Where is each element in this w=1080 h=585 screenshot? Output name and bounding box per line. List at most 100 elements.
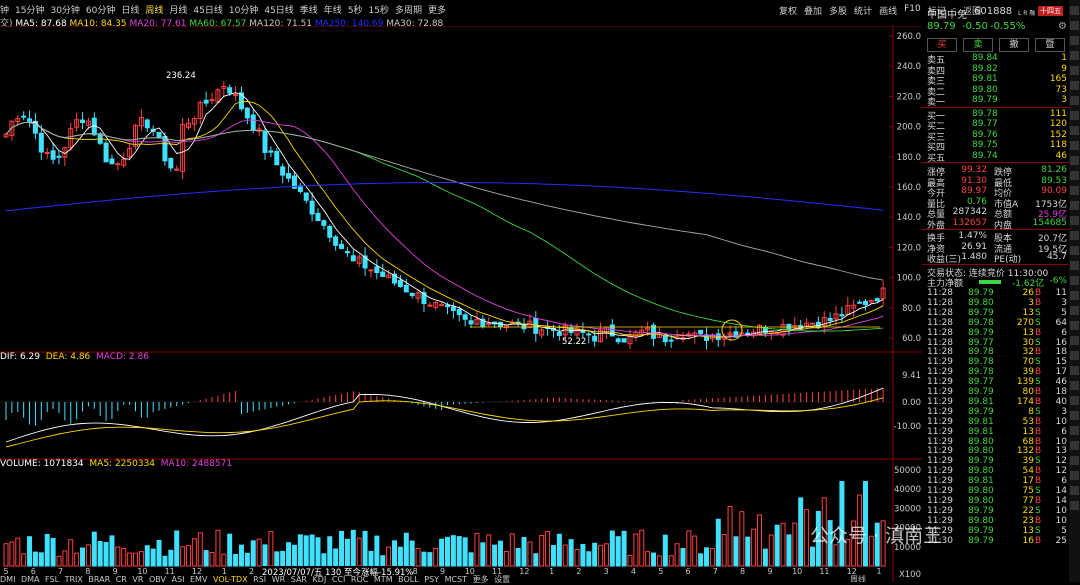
candle-body (56, 155, 62, 158)
indicator-tab[interactable]: KDJ (313, 575, 329, 584)
indicator-tab[interactable]: FSL (45, 575, 62, 584)
indicator-tab[interactable]: BRAR (88, 575, 112, 584)
tick-price: 89.78 (968, 357, 994, 368)
toolbar-button[interactable]: 多股 (829, 4, 847, 17)
side-tool-icon[interactable] (1070, 66, 1079, 75)
side-tool-icon[interactable] (1070, 216, 1079, 225)
period-tab[interactable]: 10分钟 (229, 3, 258, 16)
period-tab[interactable]: 多周期 (395, 3, 422, 16)
side-tool-icon[interactable] (1070, 171, 1079, 180)
period-tab[interactable]: 年线 (324, 3, 342, 16)
side-tool-icon[interactable] (1070, 231, 1079, 240)
price-axis-label: 220.0 (897, 92, 921, 102)
side-tool-icon[interactable] (1070, 246, 1079, 255)
side-tool-icon[interactable] (1070, 426, 1079, 435)
trade-button[interactable]: 买 (927, 38, 957, 52)
indicator-tab[interactable]: 设置 (494, 575, 510, 584)
indicator-tab[interactable]: 更多 (473, 575, 492, 584)
volume-bar (768, 534, 774, 567)
trade-button[interactable]: 卖 (963, 38, 993, 52)
settings-icon[interactable]: ⚙ (1058, 21, 1067, 32)
side-tool-icon[interactable] (1070, 396, 1079, 405)
side-tool-icon[interactable] (1070, 6, 1079, 15)
indicator-tab[interactable]: ASI (172, 575, 187, 584)
side-tool-icon[interactable] (1070, 156, 1079, 165)
period-tab[interactable]: 季线 (300, 3, 318, 16)
indicator-tab[interactable]: PSY (424, 575, 441, 584)
candle-body (827, 317, 833, 321)
period-tab[interactable]: 日线 (121, 3, 139, 16)
side-tool-icon[interactable] (1070, 36, 1079, 45)
period-tab[interactable]: 钟 (0, 3, 9, 16)
kline-chart[interactable]: 260.0 240.0 220.0 200.0 180.0 160.0 140.0 120.0… (0, 26, 922, 582)
indicator-tab[interactable]: DMI (0, 575, 18, 584)
indicator-tab[interactable]: VOL-TDX (213, 575, 250, 584)
period-tab[interactable]: 5秒 (348, 3, 363, 16)
price-axis-label: 80.0 (902, 304, 921, 314)
volume-bar (144, 545, 150, 567)
indicator-tab[interactable]: TRIX (65, 575, 86, 584)
side-tool-icon[interactable] (1070, 201, 1079, 210)
side-tool-icon[interactable] (1070, 411, 1079, 420)
side-tool-icon[interactable] (1070, 486, 1079, 495)
side-tool-icon[interactable] (1070, 366, 1079, 375)
side-tool-icon[interactable] (1070, 456, 1079, 465)
indicator-tab[interactable]: RSI (253, 575, 269, 584)
tick-side: B (1035, 426, 1042, 437)
indicator-tab[interactable]: ROC (351, 575, 371, 584)
side-tool-icon[interactable] (1070, 186, 1079, 195)
period-tab[interactable]: 月线 (169, 3, 187, 16)
side-tool-icon[interactable] (1070, 81, 1079, 90)
side-tool-icon[interactable] (1070, 111, 1079, 120)
indicator-tab[interactable]: VR (132, 575, 146, 584)
period-tab[interactable]: 更多 (428, 3, 446, 16)
side-tool-icon[interactable] (1070, 291, 1079, 300)
side-tool-icon[interactable] (1070, 501, 1079, 510)
side-tool-icon[interactable] (1070, 471, 1079, 480)
toolbar-button[interactable]: 叠加 (804, 4, 822, 17)
side-tool-icon[interactable] (1070, 141, 1079, 150)
toolbar-button[interactable]: 统计 (854, 4, 872, 17)
volume-bar (397, 546, 403, 567)
period-tab[interactable]: 15分钟 (15, 3, 44, 16)
indicator-tab[interactable]: CCI (332, 575, 348, 584)
side-tool-icon[interactable] (1070, 306, 1079, 315)
side-tool-icon[interactable] (1070, 126, 1079, 135)
trade-button[interactable]: 暨 (1035, 38, 1065, 52)
side-tool-icon[interactable] (1070, 261, 1079, 270)
tick-row: 11:28 89.79 26 B 11 (922, 288, 1069, 298)
volume-bar (645, 551, 651, 567)
side-tool-icon[interactable] (1070, 21, 1079, 30)
volume-bar (609, 530, 615, 567)
tick-time: 11:29 (927, 426, 953, 437)
period-tab[interactable]: 30分钟 (50, 3, 79, 16)
side-tool-icon[interactable] (1070, 336, 1079, 345)
toolbar-button[interactable]: 画线 (879, 4, 897, 17)
period-tab[interactable]: 45日线 (193, 3, 222, 16)
side-tool-icon[interactable] (1070, 96, 1079, 105)
indicator-tab[interactable]: WR (272, 575, 288, 584)
side-tool-icon[interactable] (1070, 381, 1079, 390)
candle-body (109, 158, 115, 165)
indicator-tab[interactable]: MTM (374, 575, 395, 584)
indicator-tab[interactable]: BOLL (398, 575, 421, 584)
tag-badge[interactable]: 十四五 (1038, 6, 1063, 16)
period-tab[interactable]: 60分钟 (86, 3, 115, 16)
period-tab[interactable]: 周线 (145, 3, 163, 16)
indicator-tab[interactable]: EMV (190, 575, 210, 584)
trade-button[interactable]: 撤 (999, 38, 1029, 52)
side-tool-icon[interactable] (1070, 351, 1079, 360)
indicator-tab[interactable]: DMA (21, 575, 42, 584)
side-tool-icon[interactable] (1070, 441, 1079, 450)
indicator-tab[interactable]: CR (116, 575, 130, 584)
period-tab[interactable]: 45日线 (264, 3, 293, 16)
indicator-tab[interactable]: SAR (291, 575, 310, 584)
toolbar-button[interactable]: 复权 (779, 4, 797, 17)
period-tab[interactable]: 15秒 (369, 3, 389, 16)
indicator-tab[interactable]: OBV (149, 575, 169, 584)
side-tool-icon[interactable] (1070, 51, 1079, 60)
side-tool-icon[interactable] (1070, 321, 1079, 330)
indicator-tab[interactable]: MCST (445, 575, 470, 584)
side-tool-icon[interactable] (1070, 276, 1079, 285)
toolbar-button[interactable]: F10 (904, 4, 921, 17)
